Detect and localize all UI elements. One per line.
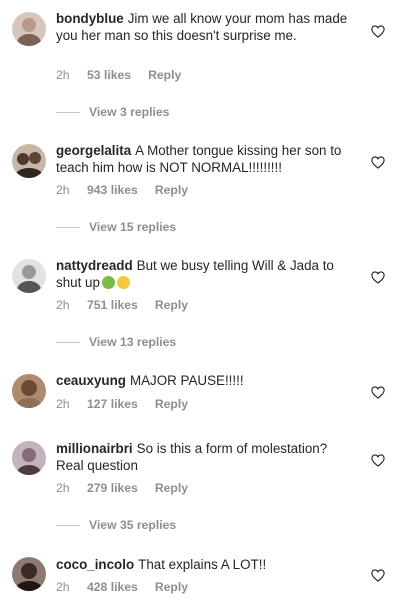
view-replies-label: View 35 replies [89,518,177,532]
comment-body: MAJOR PAUSE!!!!! [129,373,244,388]
comment-time: 2h [56,580,70,594]
divider-line [56,227,80,229]
comment-text: georgelalita A Mother tongue kissing her … [56,143,356,176]
comment-time: 2h [56,397,70,411]
reply-button[interactable]: Reply [155,397,188,411]
view-replies-label: View 15 replies [89,220,177,234]
divider-line [56,342,80,344]
comment-text: nattydreadd But we busy telling Will & Ja… [56,258,356,291]
divider-line [56,525,80,527]
view-replies-button[interactable]: View 15 replies [56,220,176,234]
comment-text: ceauxyung MAJOR PAUSE!!!!! [56,373,356,390]
reply-button[interactable]: Reply [155,298,188,312]
comment-time: 2h [56,481,70,495]
view-replies-label: View 13 replies [89,335,177,349]
heart-outline-icon[interactable] [371,454,385,467]
view-replies-label: View 3 replies [89,105,170,119]
comment-likes[interactable]: 751 likes [87,298,138,312]
heart-outline-icon[interactable] [371,386,385,399]
comment-username[interactable]: millionairbri [56,441,133,456]
comment-time: 2h [56,298,70,312]
comment-likes[interactable]: 428 likes [87,580,138,594]
reply-button[interactable]: Reply [148,68,181,82]
comment-meta: 2h 428 likes Reply [56,580,188,594]
heart-outline-icon[interactable] [371,156,385,169]
comment-likes[interactable]: 127 likes [87,397,138,411]
comment-text: millionairbri So is this a form of molest… [56,441,356,474]
comment-time: 2h [56,183,70,197]
heart-outline-icon[interactable] [371,271,385,284]
view-replies-button[interactable]: View 3 replies [56,105,169,119]
comment-meta: 2h 279 likes Reply [56,481,188,495]
avatar[interactable] [12,557,46,591]
divider-line [56,112,80,114]
view-replies-button[interactable]: View 35 replies [56,518,176,532]
heart-outline-icon[interactable] [371,25,385,38]
avatar[interactable] [12,441,46,475]
comment-meta: 2h 943 likes Reply [56,183,188,197]
comment-username[interactable]: georgelalita [56,143,131,158]
heart-outline-icon[interactable] [371,569,385,582]
reply-button[interactable]: Reply [155,183,188,197]
comment-text: bondyblue Jim we all know your mom has ma… [56,11,356,44]
comment-meta: 2h 53 likes Reply [56,68,181,82]
comment-username[interactable]: coco_incolo [56,557,134,572]
avatar[interactable] [12,374,46,408]
reply-button[interactable]: Reply [155,580,188,594]
avatar[interactable] [12,259,46,293]
comment-username[interactable]: bondyblue [56,11,124,26]
comment-username[interactable]: ceauxyung [56,373,126,388]
avatar[interactable] [12,144,46,178]
comment-meta: 2h 751 likes Reply [56,298,188,312]
comment-meta: 2h 127 likes Reply [56,397,188,411]
comment-time: 2h [56,68,70,82]
avatar[interactable] [12,12,46,46]
nauseated-face-emoji [101,275,115,289]
comment-likes[interactable]: 53 likes [87,68,131,82]
comment-likes[interactable]: 943 likes [87,183,138,197]
comment-text: coco_incolo That explains A LOT!! [56,557,356,574]
view-replies-button[interactable]: View 13 replies [56,335,176,349]
comment-username[interactable]: nattydreadd [56,258,133,273]
comment-likes[interactable]: 279 likes [87,481,138,495]
flushed-face-emoji [116,275,130,289]
reply-button[interactable]: Reply [155,481,188,495]
comment-body: That explains A LOT!! [138,557,267,572]
